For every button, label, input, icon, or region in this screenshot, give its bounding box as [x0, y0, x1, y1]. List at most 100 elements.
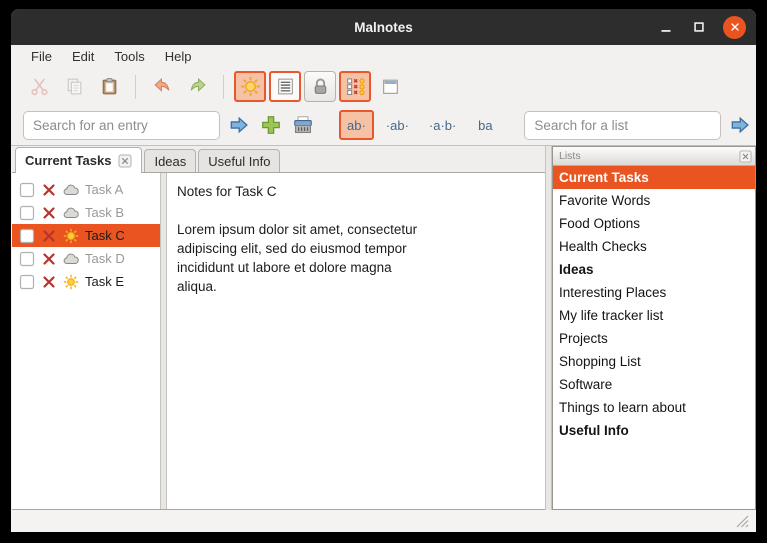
task-row[interactable]: Task A [12, 178, 160, 201]
tab-label: Current Tasks [25, 153, 112, 168]
grid-toggle-button[interactable] [339, 71, 371, 102]
task-row[interactable]: Task B [12, 201, 160, 224]
cloud-icon[interactable] [63, 182, 79, 198]
task-row[interactable]: Task D [12, 247, 160, 270]
window-controls [657, 9, 746, 45]
list-item-ideas[interactable]: Ideas [553, 258, 755, 281]
lists-panel-title: Lists [559, 150, 581, 162]
list-search-input[interactable] [524, 110, 722, 140]
notebook: Current Tasks Ideas Useful Info Task A Task… [12, 146, 545, 510]
sun-toggle-icon [240, 76, 261, 97]
task-checkbox[interactable] [19, 182, 35, 198]
task-delete-icon[interactable] [41, 182, 57, 198]
toolbar-separator [223, 74, 224, 99]
lock-toggle-button[interactable] [304, 71, 336, 102]
lists-panel: Lists Current Tasks Favorite Words Food Op… [552, 146, 756, 510]
toolbar [11, 68, 756, 105]
list-item-favorite-words[interactable]: Favorite Words [553, 189, 755, 212]
new-note-icon [380, 76, 401, 97]
add-plus-icon [260, 114, 282, 136]
menu-help[interactable]: Help [155, 45, 202, 68]
list-item-interesting-places[interactable]: Interesting Places [553, 281, 755, 304]
entry-search-buttons [224, 111, 317, 140]
entry-search-input[interactable] [23, 110, 220, 140]
cloud-icon[interactable] [63, 251, 79, 267]
menu-tools[interactable]: Tools [104, 45, 154, 68]
entry-shred-button[interactable] [288, 111, 317, 140]
close-icon[interactable] [723, 15, 746, 39]
status-bar [11, 510, 756, 532]
match-mode-buttons: ab· ·ab· ·a·b· ba [339, 110, 502, 140]
task-list: Task A Task B Task C Task D Task E [12, 173, 160, 509]
task-delete-icon[interactable] [41, 228, 57, 244]
list-item-my-life-tracker-list[interactable]: My life tracker list [553, 304, 755, 327]
tab-close-icon[interactable] [118, 154, 132, 168]
tab-ideas[interactable]: Ideas [144, 149, 197, 172]
search-bar: ab··ab··a·b·ba [11, 105, 756, 146]
list-item-software[interactable]: Software [553, 373, 755, 396]
window-title: Malnotes [354, 19, 413, 35]
tab-label: Useful Info [208, 153, 271, 169]
undo-button[interactable] [146, 71, 178, 102]
resize-grip-icon[interactable] [733, 512, 749, 528]
undo-icon [152, 76, 173, 97]
list-go-button[interactable] [725, 111, 754, 140]
new-note-button[interactable] [374, 71, 406, 102]
cut-button[interactable] [23, 71, 55, 102]
panel-splitter[interactable] [545, 146, 552, 510]
list-item-current-tasks[interactable]: Current Tasks [553, 166, 755, 189]
entry-go-button[interactable] [224, 111, 253, 140]
list-toggle-icon [275, 76, 296, 97]
maximize-icon[interactable] [690, 18, 708, 36]
match-mode-button-1[interactable]: ab· [339, 110, 374, 140]
copy-button[interactable] [58, 71, 90, 102]
panes: Task A Task B Task C Task D Task E Notes for… [12, 173, 545, 510]
match-mode-button-3[interactable]: ·a·b· [421, 110, 464, 140]
redo-button[interactable] [181, 71, 213, 102]
task-row[interactable]: Task E [12, 270, 160, 293]
cloud-icon[interactable] [63, 205, 79, 221]
toolbar-separator [135, 74, 136, 99]
lock-toggle-icon [310, 76, 331, 97]
tab-current-tasks[interactable]: Current Tasks [15, 147, 143, 173]
sun-toggle-button[interactable] [234, 71, 266, 102]
list-item-shopping-list[interactable]: Shopping List [553, 350, 755, 373]
paste-button[interactable] [93, 71, 125, 102]
sun-icon[interactable] [63, 274, 79, 290]
tab-useful-info[interactable]: Useful Info [198, 149, 281, 172]
grid-toggle-icon [345, 76, 366, 97]
copy-icon [64, 76, 85, 97]
task-label: Task D [85, 251, 125, 266]
task-checkbox[interactable] [19, 251, 35, 267]
note-editor[interactable]: Notes for Task C Lorem ipsum dolor sit a… [167, 173, 545, 509]
minimize-icon[interactable] [657, 18, 675, 36]
lists-panel-close-icon[interactable] [739, 149, 752, 163]
task-checkbox[interactable] [19, 205, 35, 221]
tab-bar: Current Tasks Ideas Useful Info [12, 146, 545, 173]
task-delete-icon[interactable] [41, 205, 57, 221]
task-checkbox[interactable] [19, 228, 35, 244]
title-bar[interactable]: Malnotes [11, 9, 756, 45]
sun-icon[interactable] [63, 228, 79, 244]
task-row[interactable]: Task C [12, 224, 160, 247]
list-item-food-options[interactable]: Food Options [553, 212, 755, 235]
go-arrow-icon [228, 114, 250, 136]
task-delete-icon[interactable] [41, 274, 57, 290]
task-checkbox[interactable] [19, 274, 35, 290]
menu-edit[interactable]: Edit [62, 45, 104, 68]
list-item-health-checks[interactable]: Health Checks [553, 235, 755, 258]
task-delete-icon[interactable] [41, 251, 57, 267]
task-label: Task C [85, 228, 125, 243]
pane-splitter[interactable] [160, 173, 167, 509]
list-item-things-to-learn-about[interactable]: Things to learn about [553, 396, 755, 419]
menu-file[interactable]: File [21, 45, 62, 68]
tab-label: Ideas [154, 153, 187, 169]
task-label: Task B [85, 205, 125, 220]
list-item-useful-info[interactable]: Useful Info [553, 419, 755, 442]
match-mode-button-4[interactable]: ba [468, 110, 502, 140]
paste-icon [99, 76, 120, 97]
list-toggle-button[interactable] [269, 71, 301, 102]
entry-add-button[interactable] [256, 111, 285, 140]
list-item-projects[interactable]: Projects [553, 327, 755, 350]
match-mode-button-2[interactable]: ·ab· [378, 110, 417, 140]
